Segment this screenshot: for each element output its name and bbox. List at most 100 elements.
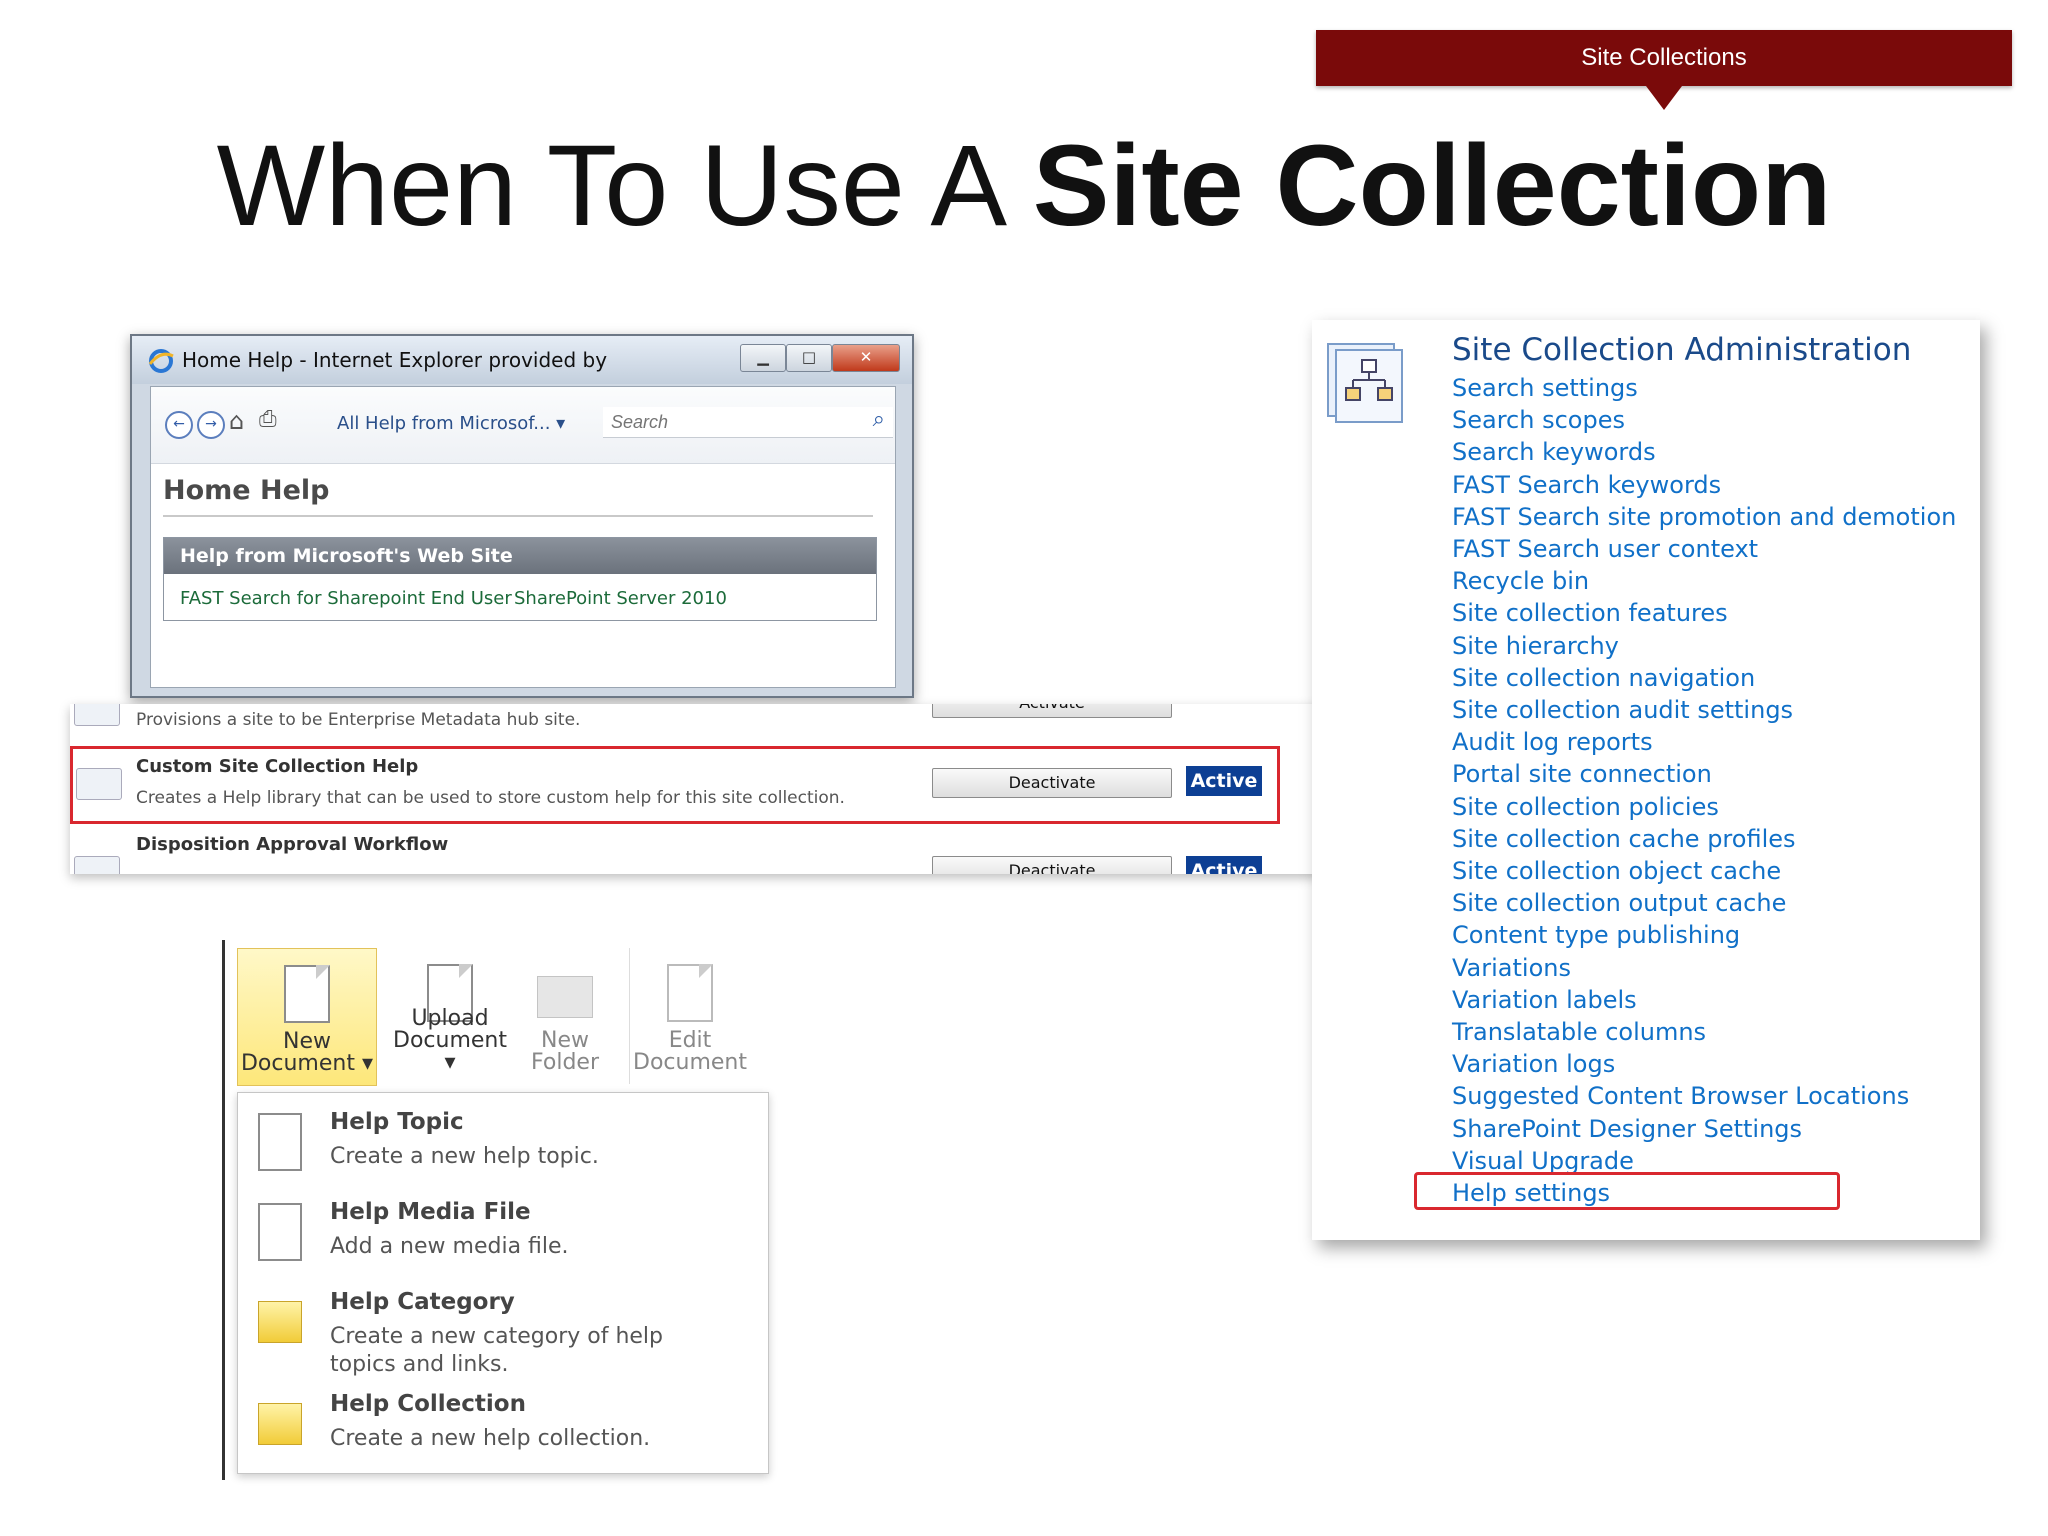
admin-link[interactable]: FAST Search site promotion and demotion <box>1452 501 1956 533</box>
new-document-icon <box>284 965 330 1023</box>
admin-link[interactable]: Search scopes <box>1452 404 1956 436</box>
upload-document-button[interactable]: Upload Document ▾ <box>385 948 515 1084</box>
page-heading: Home Help <box>163 475 330 506</box>
search-scope-label: All Help from Microsof... <box>337 413 551 434</box>
menu-item-title: Help Media File <box>330 1199 531 1225</box>
admin-link[interactable]: Site collection navigation <box>1452 662 1956 694</box>
edit-document-button[interactable]: Edit Document <box>629 948 750 1084</box>
menu-item-description: Create a new category of help topics and… <box>330 1324 664 1377</box>
site-collection-admin-panel: Site Collection Administration Search se… <box>1312 320 1980 1240</box>
folder-icon <box>258 1403 302 1445</box>
help-settings-highlight <box>1414 1172 1840 1210</box>
feature-icon <box>74 856 120 874</box>
library-ribbon: New Document ▾ Upload Document ▾ New Folder… <box>222 940 805 1480</box>
admin-link[interactable]: Site collection policies <box>1452 791 1956 823</box>
slide-title-regular: When To Use A <box>216 122 1033 250</box>
help-toolbar: ← → ⌂ ⎙ All Help from Microsof... ▾ ⌕ <box>151 387 895 464</box>
ie-logo-icon <box>148 349 174 373</box>
admin-link[interactable]: Site hierarchy <box>1452 630 1956 662</box>
deactivate-button[interactable]: Deactivate <box>932 856 1172 874</box>
activate-button[interactable]: Activate <box>932 704 1172 718</box>
admin-link[interactable]: Site collection audit settings <box>1452 694 1956 726</box>
menu-item-help-collection[interactable]: Help Collection Create a new help collec… <box>238 1383 768 1469</box>
feature-description: Provisions a site to be Enterprise Metad… <box>136 710 581 730</box>
new-document-menu: Help Topic Create a new help topic. Help… <box>237 1092 769 1474</box>
admin-link[interactable]: FAST Search user context <box>1452 533 1956 565</box>
print-icon[interactable]: ⎙ <box>259 407 277 432</box>
new-folder-button[interactable]: New Folder <box>525 948 605 1084</box>
admin-links-list: Search settings Search scopes Search keywo… <box>1452 372 1956 1209</box>
heading-divider <box>163 515 873 517</box>
admin-link[interactable]: Search keywords <box>1452 436 1956 468</box>
search-input[interactable] <box>609 411 853 434</box>
help-section-heading: Help from Microsoft's Web Site <box>164 538 876 574</box>
admin-link[interactable]: FAST Search keywords <box>1452 469 1956 501</box>
search-icon[interactable]: ⌕ <box>873 407 885 432</box>
feature-icon <box>74 704 120 726</box>
site-features-list: Provisions a site to be Enterprise Metad… <box>70 704 1320 874</box>
button-label: Folder <box>531 1050 599 1075</box>
folder-icon <box>537 976 593 1018</box>
minimize-button[interactable]: ▁ <box>740 344 786 372</box>
admin-link[interactable]: Variation logs <box>1452 1048 1956 1080</box>
menu-item-description: Create a new help topic. <box>330 1144 599 1169</box>
admin-link[interactable]: SharePoint Designer Settings <box>1452 1113 1956 1145</box>
document-icon <box>258 1113 302 1171</box>
menu-item-help-topic[interactable]: Help Topic Create a new help topic. <box>238 1101 768 1187</box>
chevron-down-icon: ▾ <box>361 1051 374 1076</box>
chevron-down-icon: ▾ <box>556 413 566 434</box>
new-document-button[interactable]: New Document ▾ <box>237 948 377 1086</box>
menu-item-description: Create a new help collection. <box>330 1426 651 1451</box>
slide-title: When To Use A Site Collection <box>0 120 2048 252</box>
section-banner: Site Collections <box>1316 30 2012 86</box>
admin-link[interactable]: Site collection cache profiles <box>1452 823 1956 855</box>
admin-link[interactable]: Variation labels <box>1452 984 1956 1016</box>
folder-icon <box>258 1301 302 1343</box>
menu-item-help-media-file[interactable]: Help Media File Add a new media file. <box>238 1191 768 1277</box>
banner-arrow-icon <box>1646 86 1682 110</box>
menu-item-help-category[interactable]: Help Category Create a new category of h… <box>238 1281 768 1381</box>
admin-link[interactable]: Search settings <box>1452 372 1956 404</box>
help-link-sharepoint[interactable]: SharePoint Server 2010 <box>514 588 727 609</box>
site-hierarchy-icon <box>1327 343 1403 423</box>
ie-titlebar: Home Help - Internet Explorer provided b… <box>132 336 912 384</box>
media-file-icon <box>258 1203 302 1261</box>
feature-title: Disposition Approval Workflow <box>136 834 449 855</box>
feature-description: Creates a Help library that can be used … <box>136 788 845 808</box>
admin-link[interactable]: Recycle bin <box>1452 565 1956 597</box>
status-badge: Active <box>1186 766 1262 796</box>
deactivate-button[interactable]: Deactivate <box>932 768 1172 798</box>
admin-link[interactable]: Translatable columns <box>1452 1016 1956 1048</box>
chevron-down-icon: ▾ <box>444 1050 456 1075</box>
feature-icon <box>76 768 122 800</box>
edit-document-icon <box>667 964 713 1022</box>
button-label: Document <box>633 1050 747 1075</box>
admin-link[interactable]: Portal site connection <box>1452 758 1956 790</box>
menu-item-title: Help Topic <box>330 1109 464 1135</box>
menu-item-title: Help Category <box>330 1289 515 1315</box>
button-label: Document <box>240 1051 355 1076</box>
menu-item-title: Help Collection <box>330 1391 526 1417</box>
help-section: Help from Microsoft's Web Site FAST Sear… <box>163 537 877 621</box>
feature-title: Custom Site Collection Help <box>136 756 419 777</box>
status-badge: Active <box>1186 856 1262 874</box>
admin-link[interactable]: Site collection output cache <box>1452 887 1956 919</box>
maximize-button[interactable]: □ <box>786 344 832 372</box>
admin-panel-title: Site Collection Administration <box>1452 332 1912 368</box>
ie-help-window: Home Help - Internet Explorer provided b… <box>130 334 914 698</box>
admin-link[interactable]: Audit log reports <box>1452 726 1956 758</box>
back-icon[interactable]: ← <box>165 411 193 439</box>
ie-window-title: Home Help - Internet Explorer provided b… <box>182 348 608 372</box>
home-icon[interactable]: ⌂ <box>229 407 244 435</box>
forward-icon[interactable]: → <box>197 411 225 439</box>
ie-content: ← → ⌂ ⎙ All Help from Microsof... ▾ ⌕ Ho… <box>150 386 896 688</box>
slide-title-bold: Site Collection <box>1032 122 1832 250</box>
admin-link[interactable]: Site collection features <box>1452 597 1956 629</box>
admin-link[interactable]: Suggested Content Browser Locations <box>1452 1080 1956 1112</box>
admin-link[interactable]: Content type publishing <box>1452 919 1956 951</box>
search-scope-dropdown[interactable]: All Help from Microsof... ▾ <box>337 413 565 434</box>
admin-link[interactable]: Variations <box>1452 952 1956 984</box>
admin-link[interactable]: Site collection object cache <box>1452 855 1956 887</box>
help-link-fast-search[interactable]: FAST Search for Sharepoint End User <box>180 588 512 609</box>
close-button[interactable]: ✕ <box>832 344 900 372</box>
